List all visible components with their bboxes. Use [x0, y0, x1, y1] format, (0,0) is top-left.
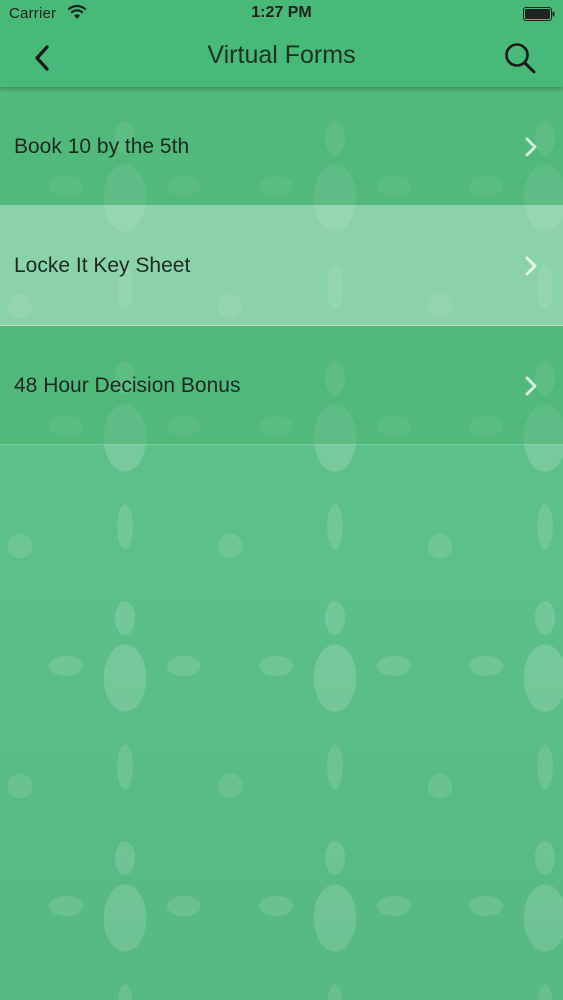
chevron-right-icon: [525, 376, 537, 396]
list-item[interactable]: 48 Hour Decision Bonus: [0, 326, 563, 445]
list-item-label: Locke It Key Sheet: [14, 254, 191, 277]
search-button[interactable]: [499, 38, 541, 78]
chevron-left-icon: [35, 45, 49, 71]
chevron-right-icon: [525, 137, 537, 157]
list-item-label: Book 10 by the 5th: [14, 135, 190, 158]
list-item-label: 48 Hour Decision Bonus: [14, 374, 241, 397]
navigation-bar: Virtual Forms: [0, 30, 563, 87]
status-bar: Carrier 1:27 PM: [0, 0, 563, 30]
forms-list: Book 10 by the 5th Locke It Key Sheet 48…: [0, 87, 563, 445]
status-time: 1:27 PM: [251, 4, 312, 21]
list-item[interactable]: Locke It Key Sheet: [0, 206, 563, 326]
battery-icon: [523, 7, 555, 21]
search-icon: [505, 43, 536, 74]
list-item[interactable]: Book 10 by the 5th: [0, 87, 563, 206]
chevron-right-icon: [525, 256, 537, 276]
header: Carrier 1:27 PM Virtual Forms: [0, 0, 563, 87]
page-title: Virtual Forms: [207, 41, 356, 69]
back-button[interactable]: [22, 38, 62, 78]
background-shade: [0, 560, 563, 1000]
